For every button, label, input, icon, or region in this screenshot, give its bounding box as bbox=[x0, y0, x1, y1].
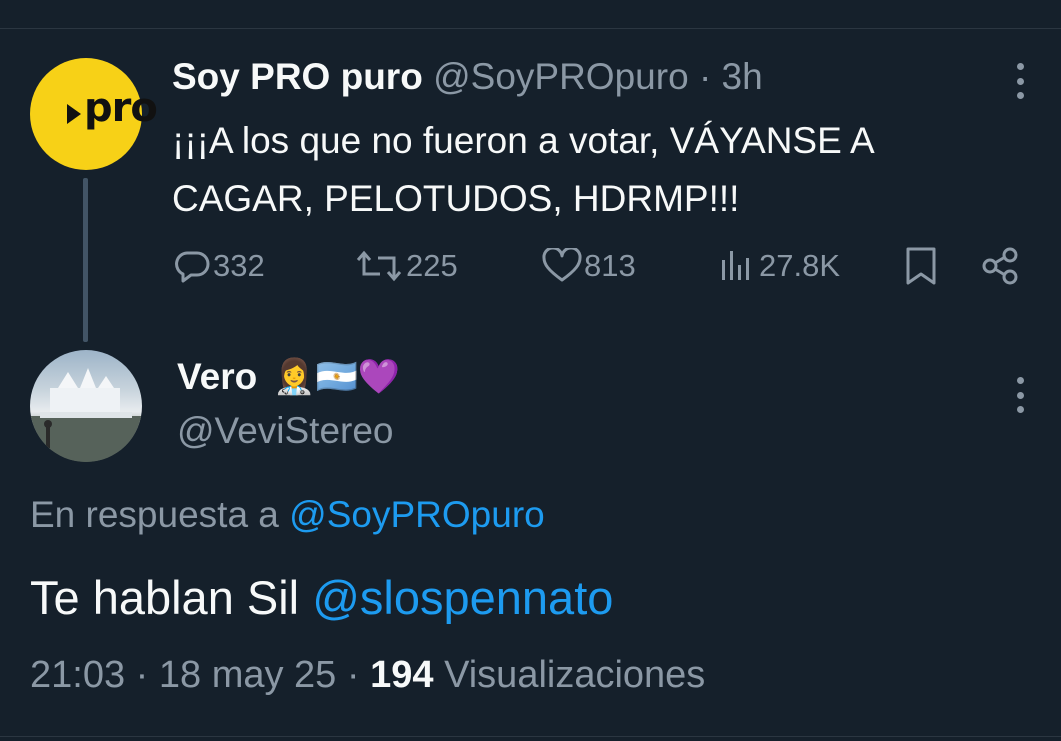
parent-tweet-header: Soy PRO puro @SoyPROpuro · 3h bbox=[172, 56, 763, 98]
like-button[interactable]: 813 bbox=[542, 246, 636, 286]
reply-author-name-row[interactable]: Vero 👩‍⚕️🇦🇷💜 bbox=[177, 356, 400, 398]
avatar-soypropuro[interactable]: pro bbox=[30, 58, 158, 170]
bottom-divider bbox=[0, 736, 1061, 737]
in-reply-prefix: En respuesta a bbox=[30, 494, 279, 535]
reply-date[interactable]: 18 may 25 bbox=[159, 654, 336, 696]
retweet-count: 225 bbox=[406, 248, 458, 283]
share-icon bbox=[982, 247, 1018, 285]
retweet-icon bbox=[356, 250, 402, 282]
thread-connector-line bbox=[83, 178, 88, 342]
bookmark-button[interactable] bbox=[903, 246, 939, 286]
avatar-photo bbox=[30, 368, 142, 462]
meta-separator: · bbox=[346, 654, 360, 696]
mention-link[interactable]: @slospennato bbox=[312, 571, 613, 624]
meta-separator: · bbox=[135, 654, 149, 696]
views-label: Visualizaciones bbox=[444, 654, 706, 696]
tweet-time[interactable]: 3h bbox=[722, 56, 763, 97]
retweet-button[interactable]: 225 bbox=[354, 246, 458, 286]
views-icon bbox=[722, 251, 749, 280]
reply-author-name: Vero bbox=[177, 356, 258, 397]
name-emojis: 👩‍⚕️🇦🇷💜 bbox=[273, 358, 401, 396]
reply-meta: 21:03 · 18 may 25 · 194 Visualizaciones bbox=[30, 654, 705, 697]
reply-button[interactable]: 332 bbox=[173, 246, 265, 286]
reply-tweet-text: Te hablan Sil @slospennato bbox=[30, 570, 613, 625]
reply-author-handle[interactable]: @VeviStereo bbox=[177, 410, 394, 452]
author-handle[interactable]: @SoyPROpuro bbox=[433, 56, 689, 97]
play-icon bbox=[67, 104, 81, 124]
in-reply-handle-link[interactable]: @SoyPROpuro bbox=[289, 494, 545, 535]
bookmark-icon bbox=[906, 247, 936, 285]
parent-tweet-text: ¡¡¡A los que no fueron a votar, VÁYANSE … bbox=[172, 120, 873, 219]
avatar-logo-text: pro bbox=[84, 85, 158, 131]
share-button[interactable] bbox=[980, 246, 1020, 286]
more-options-icon[interactable] bbox=[1016, 377, 1024, 413]
avatar-vevistereo[interactable] bbox=[30, 350, 142, 462]
reply-count: 332 bbox=[213, 248, 265, 283]
like-count: 813 bbox=[584, 248, 636, 283]
like-icon bbox=[542, 248, 582, 282]
reply-body: Te hablan Sil bbox=[30, 571, 300, 624]
views-button[interactable]: 27.8K bbox=[719, 246, 840, 286]
in-reply-to: En respuesta a @SoyPROpuro bbox=[30, 494, 545, 536]
header-separator: · bbox=[698, 56, 712, 97]
author-name[interactable]: Soy PRO puro bbox=[172, 56, 423, 97]
top-divider bbox=[0, 28, 1061, 29]
views-number: 194 bbox=[370, 654, 434, 696]
more-options-icon[interactable] bbox=[1016, 63, 1024, 99]
reply-icon bbox=[175, 251, 210, 283]
reply-time[interactable]: 21:03 bbox=[30, 654, 125, 696]
views-count: 27.8K bbox=[759, 248, 841, 283]
